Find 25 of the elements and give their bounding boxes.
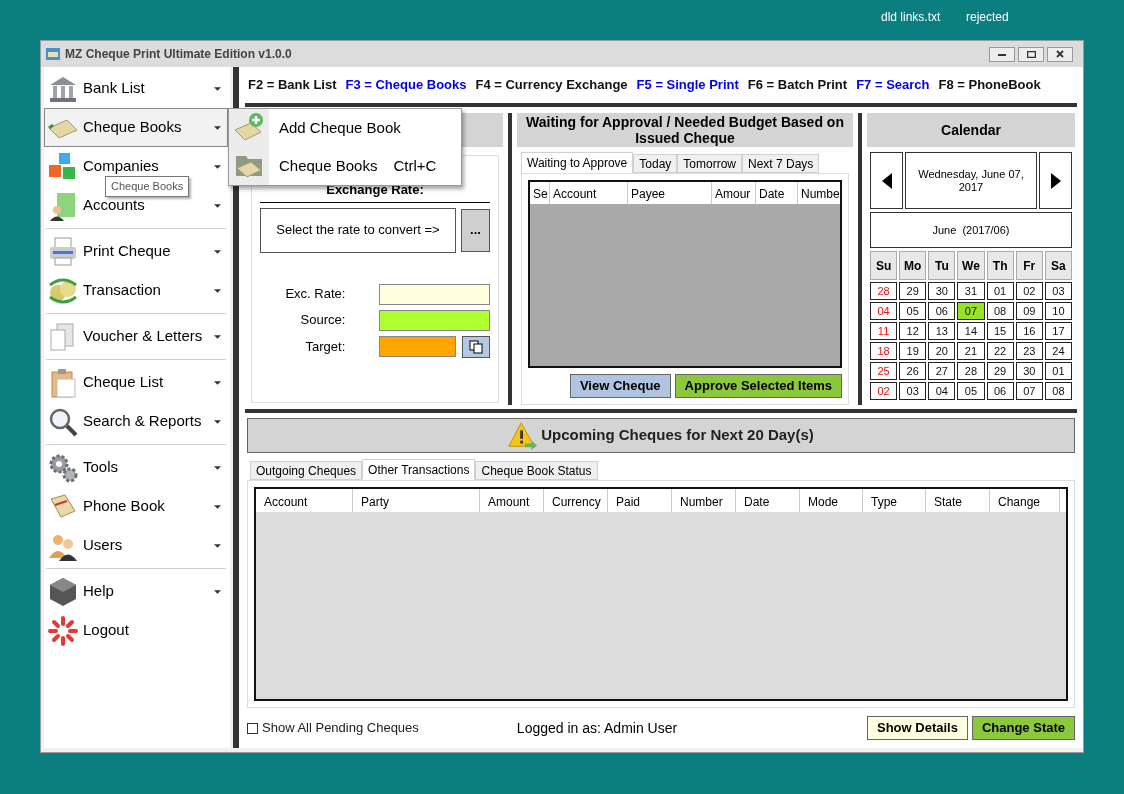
tooltip: Cheque Books — [105, 176, 190, 197]
hotkey-label: F5 = Single Print — [636, 76, 739, 95]
hotkey-label: F4 = Currency Exchange — [475, 76, 628, 95]
hotkey-label: F3 = Cheque Books — [345, 76, 467, 95]
weekday-header: Su — [870, 251, 898, 280]
panel-title: Calendar — [867, 113, 1075, 147]
login-status: Logged in as: Admin User — [516, 718, 678, 738]
weekday-header: Tu — [928, 251, 956, 280]
weekday-header: Th — [986, 251, 1014, 280]
hotkey-label: F7 = Search — [856, 76, 930, 95]
panel-title: Waiting for Approval / Needed Budget Based on Issued Cheque — [517, 113, 853, 147]
window-title: MZ Cheque Print Ultimate Edition v1.0.0 — [65, 46, 292, 63]
weekday-header: Fr — [1015, 251, 1043, 280]
field-label: Exc. Rate: — [284, 285, 347, 304]
date-label: Wednesday, June 07, 2017 — [905, 152, 1037, 209]
hotkey-label: F8 = PhoneBook — [938, 76, 1041, 95]
month-label: June (2017/06) — [870, 212, 1072, 248]
weekday-header: Sa — [1044, 251, 1072, 280]
field-label: Target: — [304, 337, 347, 356]
hotkey-label: F2 = Bank List — [248, 76, 337, 95]
hotkey-label: F6 = Batch Print — [747, 76, 848, 95]
weekday-header: We — [957, 251, 985, 280]
field-label: Source: — [299, 311, 347, 330]
weekday-header: Mo — [899, 251, 927, 280]
banner-title: Upcoming Cheques for Next 20 Day(s) — [541, 425, 814, 446]
